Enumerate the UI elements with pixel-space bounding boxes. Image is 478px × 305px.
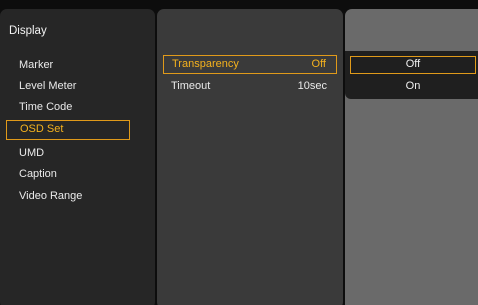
menu-item-caption[interactable]: Caption bbox=[6, 164, 130, 184]
settings-panel bbox=[157, 9, 343, 305]
setting-label: Transparency bbox=[172, 58, 239, 70]
menu-item-osd-set[interactable]: OSD Set bbox=[6, 120, 130, 140]
setting-row-timeout[interactable]: Timeout 10sec bbox=[163, 77, 337, 96]
setting-row-transparency[interactable]: Transparency Off bbox=[163, 55, 337, 74]
menu-item-marker[interactable]: Marker bbox=[6, 55, 130, 75]
option-off[interactable]: Off bbox=[350, 56, 476, 74]
osd-menu-screen: Display Marker Level Meter Time Code OSD… bbox=[0, 0, 478, 305]
menu-title: Display bbox=[9, 25, 47, 37]
setting-value: 10sec bbox=[297, 80, 327, 92]
menu-item-time-code[interactable]: Time Code bbox=[6, 97, 130, 117]
setting-label: Timeout bbox=[171, 80, 211, 92]
menu-item-level-meter[interactable]: Level Meter bbox=[6, 76, 130, 96]
menu-item-video-range[interactable]: Video Range bbox=[6, 186, 130, 206]
menu-item-umd[interactable]: UMD bbox=[6, 143, 130, 163]
setting-value: Off bbox=[311, 58, 326, 70]
option-on[interactable]: On bbox=[350, 77, 476, 95]
